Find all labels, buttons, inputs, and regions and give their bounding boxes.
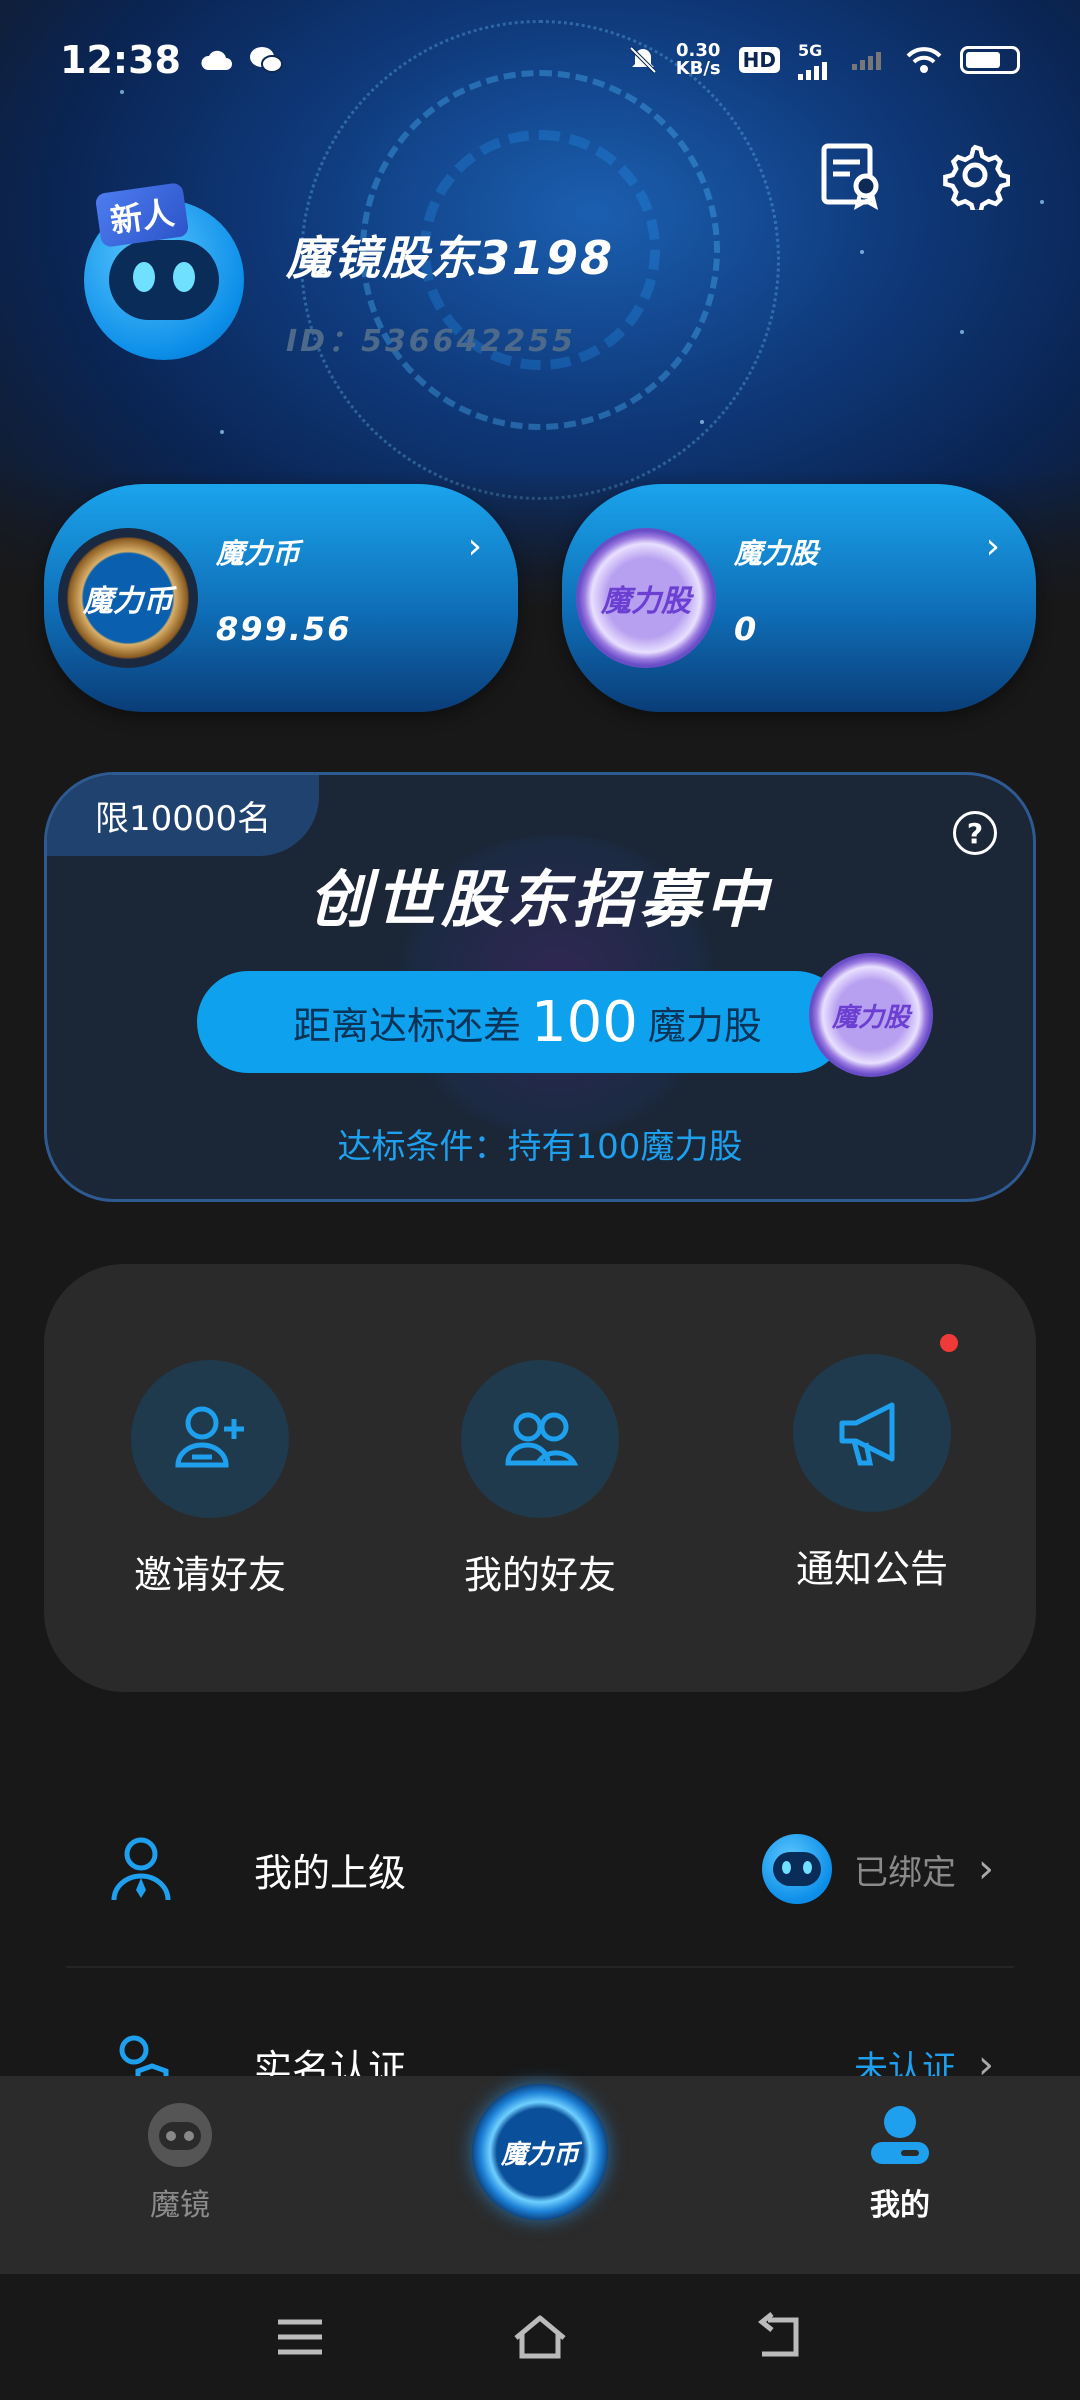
card-value: 0 <box>734 610 759 648</box>
bind-status: 已绑定 <box>854 1852 956 1893</box>
robot-face-icon <box>109 240 219 320</box>
settings-gear-icon[interactable] <box>940 140 1010 210</box>
wechat-icon <box>249 47 283 73</box>
menu-icon[interactable] <box>270 2312 330 2362</box>
invite-friends-button[interactable]: 邀请好友 <box>100 1360 320 1599</box>
avatar[interactable]: 新人 <box>84 182 244 360</box>
chevron-right-icon: › <box>467 526 482 567</box>
progress-prefix: 距离达标还差 <box>293 1003 522 1048</box>
quick-actions-panel: 邀请好友 我的好友 通知公告 <box>44 1264 1036 1692</box>
wifi-icon <box>906 47 942 73</box>
coin-label: 魔力币 <box>83 584 173 619</box>
certificate-icon[interactable] <box>816 140 886 210</box>
progress-number: 100 <box>531 989 638 1055</box>
user-icon <box>871 2106 929 2164</box>
coin-label: 魔力股 <box>831 1002 910 1033</box>
decor-star <box>700 420 704 424</box>
recruit-condition: 达标条件：持有100魔力股 <box>337 1127 743 1167</box>
users-icon <box>505 1412 579 1466</box>
action-label: 邀请好友 <box>133 1553 286 1597</box>
tab-magic-coin[interactable]: 魔力币 <box>472 2084 608 2220</box>
list-item-superior[interactable]: 我的上级 已绑定 › <box>66 1794 1014 1944</box>
chevron-right-icon: › <box>978 1846 994 1892</box>
hd-badge: HD <box>738 47 780 73</box>
limit-tag: 限10000名 <box>47 775 320 856</box>
action-label: 我的好友 <box>463 1553 616 1597</box>
progress-suffix: 魔力股 <box>647 1003 762 1048</box>
person-icon <box>111 1837 171 1901</box>
speed-unit: KB/s <box>675 58 721 79</box>
mute-bell-icon <box>629 46 657 74</box>
my-friends-button[interactable]: 我的好友 <box>430 1360 650 1599</box>
status-time: 12:38 <box>60 38 181 82</box>
back-icon[interactable] <box>750 2312 810 2362</box>
shareholder-recruit-card: 限10000名 ? 创世股东招募中 距离达标还差 100 魔力股 魔力股 达标条… <box>44 772 1036 1202</box>
status-bar: 12:38 0.30 KB/s HD 5G <box>0 0 1080 120</box>
decor-star <box>1040 200 1044 204</box>
list-item-label: 我的上级 <box>254 1850 407 1895</box>
signal-icon <box>798 61 827 80</box>
network-speed: 0.30 KB/s <box>676 42 721 78</box>
notification-dot <box>940 1334 958 1352</box>
magic-share-icon: 魔力股 <box>576 528 716 668</box>
decor-star <box>860 250 864 254</box>
decor-star <box>220 430 224 434</box>
megaphone-icon <box>839 1402 895 1466</box>
decor-star <box>960 330 964 334</box>
magic-coin-card[interactable]: 魔力币 魔力币 899.56 › <box>44 484 518 712</box>
home-icon[interactable] <box>510 2312 570 2362</box>
network-type: 5G <box>798 40 823 60</box>
cloud-icon <box>201 50 232 70</box>
magic-coin-icon: 魔力币 <box>58 528 198 668</box>
robot-icon <box>148 2103 212 2167</box>
action-label: 通知公告 <box>795 1547 948 1591</box>
add-user-icon <box>175 1406 244 1468</box>
system-nav-bar <box>0 2274 1080 2400</box>
tab-label: 我的 <box>870 2188 930 2223</box>
tab-label: 魔力币 <box>500 2139 579 2170</box>
recruit-title: 创世股东招募中 <box>308 863 771 936</box>
chevron-right-icon: › <box>985 526 1000 567</box>
user-id: ID：536642255 <box>286 324 576 359</box>
battery-icon <box>960 46 1020 74</box>
card-value: 899.56 <box>216 610 352 648</box>
card-title: 魔力股 <box>734 537 819 570</box>
tab-label: 魔镜 <box>150 2188 210 2223</box>
signal-weak-icon <box>852 52 881 70</box>
superior-avatar <box>762 1834 832 1904</box>
tab-mine[interactable]: 我的 <box>820 2100 980 2224</box>
notice-button[interactable]: 通知公告 <box>762 1354 982 1593</box>
username: 魔镜股东3198 <box>286 231 615 285</box>
coin-label: 魔力股 <box>601 584 691 619</box>
tab-mojing[interactable]: 魔镜 <box>100 2100 260 2224</box>
magic-share-card[interactable]: 魔力股 魔力股 0 › <box>562 484 1036 712</box>
divider <box>66 1966 1014 1968</box>
magic-share-icon: 魔力股 <box>809 953 933 1077</box>
progress-pill: 距离达标还差 100 魔力股 <box>197 971 847 1073</box>
card-title: 魔力币 <box>216 537 301 570</box>
